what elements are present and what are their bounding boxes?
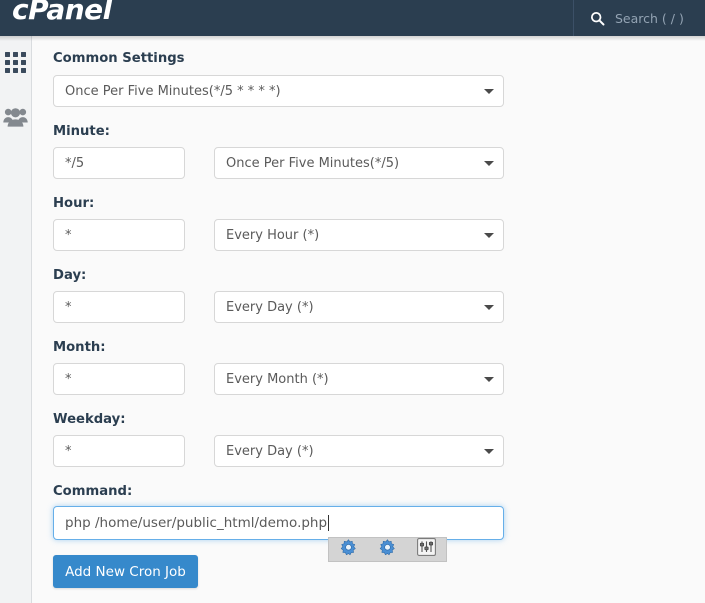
hour-input[interactable]: * [53,219,185,251]
month-select[interactable]: Every Month (*) [214,363,504,395]
common-settings-select[interactable]: Once Per Five Minutes(*/5 * * * *) [53,75,504,107]
add-new-cron-job-button[interactable]: Add New Cron Job [53,555,198,588]
weekday-input-value: * [65,443,72,459]
minute-input-value: */5 [65,155,85,171]
weekday-select[interactable]: Every Day (*) [214,435,504,467]
gear-icon [379,538,396,561]
chevron-down-icon [484,89,494,94]
header-search[interactable]: Search ( / ) [573,0,705,36]
command-input-value: php /home/user/public_html/demo.php [65,515,328,531]
sidebar-item-users[interactable] [0,98,31,140]
weekday-input[interactable]: * [53,435,185,467]
chevron-down-icon [484,377,494,382]
sliders-icon [417,538,436,561]
chevron-down-icon [484,233,494,238]
day-select[interactable]: Every Day (*) [214,291,504,323]
day-input-value: * [65,299,72,315]
hour-input-value: * [65,227,72,243]
weekday-label: Weekday: [53,412,126,427]
minute-label: Minute: [53,124,110,139]
hour-select[interactable]: Every Hour (*) [214,219,504,251]
day-label: Day: [53,268,87,283]
cpanel-logo[interactable]: cPanel [12,0,112,26]
helper-gear-1-button[interactable] [338,538,359,561]
minute-input[interactable]: */5 [53,147,185,179]
command-label: Command: [53,484,133,499]
helper-gear-2-button[interactable] [377,538,398,561]
common-settings-label: Common Settings [53,51,185,66]
helper-sliders-button[interactable] [416,538,437,561]
users-icon [3,106,28,132]
command-input[interactable]: php /home/user/public_html/demo.php [53,506,504,540]
search-icon [590,11,605,26]
sidebar [0,36,32,603]
common-settings-value: Once Per Five Minutes(*/5 * * * *) [65,83,281,99]
minute-select[interactable]: Once Per Five Minutes(*/5) [214,147,504,179]
chevron-down-icon [484,449,494,454]
day-select-value: Every Day (*) [226,299,314,315]
grid-apps-icon [5,52,26,78]
day-input[interactable]: * [53,291,185,323]
text-cursor [328,515,330,531]
hour-select-value: Every Hour (*) [226,227,320,243]
header-shadow [0,36,705,41]
command-helper-toolbar [328,537,447,562]
chevron-down-icon [484,161,494,166]
gear-icon [340,538,357,561]
month-select-value: Every Month (*) [226,371,329,387]
month-label: Month: [53,340,106,355]
chevron-down-icon [484,305,494,310]
month-input-value: * [65,371,72,387]
add-new-cron-job-label: Add New Cron Job [65,563,186,580]
month-input[interactable]: * [53,363,185,395]
hour-label: Hour: [53,196,95,211]
minute-select-value: Once Per Five Minutes(*/5) [226,155,400,171]
search-placeholder-text: Search ( / ) [615,10,684,26]
sidebar-item-apps[interactable] [0,44,31,86]
weekday-select-value: Every Day (*) [226,443,314,459]
common-settings-group: Common Settings [53,52,185,65]
app-header: cPanel Search ( / ) [0,0,705,36]
